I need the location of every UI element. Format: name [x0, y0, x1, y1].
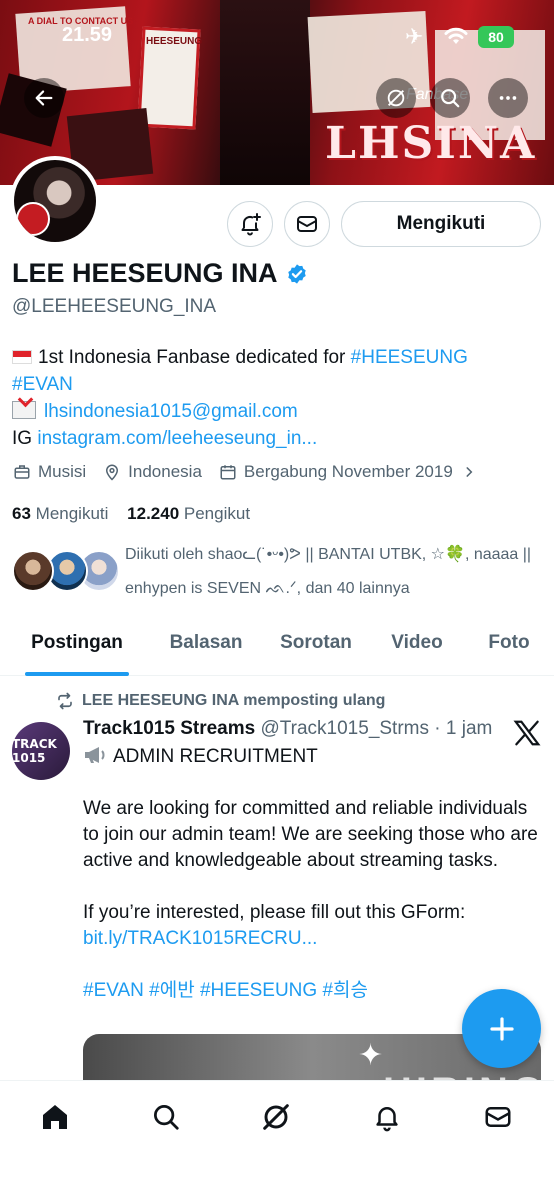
grok-button[interactable] — [376, 78, 416, 118]
following-count: 63 — [12, 504, 31, 523]
search-button[interactable] — [430, 78, 470, 118]
tab-highlights[interactable]: Sorotan — [277, 620, 355, 676]
post-title: ADMIN RECRUITMENT — [113, 746, 318, 767]
battery-indicator: 80 — [478, 26, 514, 48]
home-icon — [43, 1105, 67, 1129]
nav-messages[interactable] — [478, 1097, 518, 1137]
profile-location: Indonesia — [128, 462, 202, 481]
grok-icon — [263, 1104, 289, 1130]
wifi-icon — [443, 26, 469, 51]
profile-name: LEE HEESEUNG INA — [12, 258, 278, 288]
bio-line-1: 1st Indonesia Fanbase dedicated for #HEE… — [12, 344, 542, 371]
profile-avatar[interactable] — [10, 156, 100, 246]
notify-button[interactable] — [227, 201, 273, 247]
nav-home[interactable] — [35, 1097, 75, 1137]
status-bar: 21.59 ✈ 80 — [0, 24, 554, 54]
airplane-icon: ✈ — [405, 24, 424, 49]
indonesia-flag-icon — [12, 350, 32, 364]
status-time: 21.59 — [62, 24, 113, 46]
incoming-envelope-icon — [12, 401, 36, 419]
message-button[interactable] — [284, 201, 330, 247]
repost-indicator: LEE HEESEUNG INA memposting ulang — [56, 692, 385, 710]
following-label: Mengikuti — [35, 504, 109, 523]
following-button[interactable]: Mengikuti — [341, 201, 541, 247]
tab-video[interactable]: Video — [388, 620, 446, 676]
calendar-icon — [218, 462, 238, 482]
post-content[interactable]: ADMIN RECRUITMENT We are looking for com… — [83, 744, 543, 1004]
chevron-right-icon — [459, 462, 479, 482]
followed-by-preview[interactable]: Diikuti oleh shaoᓚ(˙•ᵕ•)ᕗ || BANTAI UTBK… — [12, 538, 542, 606]
post-author-name[interactable]: Track1015 Streams — [83, 718, 255, 739]
envelope-icon — [485, 1107, 511, 1127]
instagram-link[interactable]: instagram.com/leeheeseung_in... — [37, 428, 317, 449]
repost-icon — [58, 692, 72, 710]
tab-photos[interactable]: Foto — [486, 620, 532, 676]
ig-prefix: IG — [12, 428, 38, 449]
post-paragraph-2: If you’re interested, please fill out th… — [83, 902, 466, 923]
bell-plus-icon — [241, 213, 261, 236]
briefcase-icon — [12, 462, 32, 482]
followers-count: 12.240 — [127, 504, 180, 523]
more-icon — [499, 96, 517, 100]
profile-handle: @LEEHEESEUNG_INA — [12, 296, 217, 317]
profile-bio: 1st Indonesia Fanbase dedicated for #HEE… — [12, 344, 542, 452]
hashtag-link[interactable]: #HEESEUNG — [351, 347, 468, 368]
tab-replies[interactable]: Balasan — [166, 620, 246, 676]
follower-avatar — [12, 550, 54, 592]
back-arrow-icon — [35, 90, 53, 106]
search-icon — [441, 89, 460, 108]
email-link[interactable]: lhsindonesia1015@gmail.com — [44, 401, 298, 422]
profile-category: Musisi — [38, 462, 87, 481]
profile-meta-row[interactable]: Musisi Indonesia Bergabung November 2019 — [12, 462, 479, 482]
post-paragraph-1: We are looking for committed and reliabl… — [83, 798, 538, 871]
verified-badge-icon[interactable] — [286, 263, 308, 285]
followers-link[interactable]: 12.240 Pengikut — [127, 504, 250, 523]
bio-text: 1st Indonesia Fanbase dedicated for — [38, 347, 351, 368]
search-icon — [154, 1105, 179, 1130]
plus-icon — [489, 1016, 514, 1041]
repost-label[interactable]: LEE HEESEUNG INA memposting ulang — [82, 692, 385, 710]
more-button[interactable] — [488, 78, 528, 118]
bottom-navigation — [0, 1080, 554, 1199]
profile-name-row: LEE HEESEUNG INA — [12, 258, 308, 289]
bio-line-2: #EVAN — [12, 371, 542, 398]
nav-grok[interactable] — [256, 1097, 296, 1137]
post-author-meta: @Track1015_Strms · 1 jam — [255, 718, 493, 739]
sparkle-icon: ✦ — [358, 1039, 384, 1072]
grok-icon — [387, 89, 405, 107]
avatar-badge — [16, 202, 50, 236]
bio-line-4: IG instagram.com/leeheeseung_in... — [12, 425, 542, 452]
followers-label: Pengikut — [183, 504, 251, 523]
post-header: Track1015 Streams @Track1015_Strms · 1 j… — [83, 718, 492, 740]
tab-posts[interactable]: Postingan — [25, 620, 129, 676]
banner-wordmark: LHSINA — [325, 118, 537, 169]
nav-search[interactable] — [146, 1097, 186, 1137]
location-pin-icon — [102, 462, 122, 482]
post-line-1: ADMIN RECRUITMENT — [83, 744, 543, 770]
followed-by-text: Diikuti oleh shaoᓚ(˙•ᵕ•)ᕗ || BANTAI UTBK… — [125, 546, 532, 597]
bio-line-3: lhsindonesia1015@gmail.com — [12, 398, 542, 425]
avatar-image — [14, 160, 96, 242]
follow-counts: 63 Mengikuti 12.240 Pengikut — [12, 504, 250, 524]
nav-notifications[interactable] — [367, 1097, 407, 1137]
profile-tabs: Postingan Balasan Sorotan Video Foto — [0, 620, 554, 676]
post-author-avatar[interactable]: TRACK 1015 — [12, 722, 70, 780]
envelope-icon — [297, 216, 317, 232]
compose-button[interactable] — [462, 989, 541, 1068]
megaphone-icon — [85, 747, 105, 763]
bell-icon — [376, 1107, 398, 1132]
following-link[interactable]: 63 Mengikuti — [12, 504, 108, 523]
back-button[interactable] — [24, 78, 64, 118]
post-link[interactable]: bit.ly/TRACK1015RECRU... — [83, 928, 317, 949]
hashtag-link[interactable]: #EVAN — [12, 374, 73, 395]
profile-joined: Bergabung November 2019 — [243, 462, 453, 481]
